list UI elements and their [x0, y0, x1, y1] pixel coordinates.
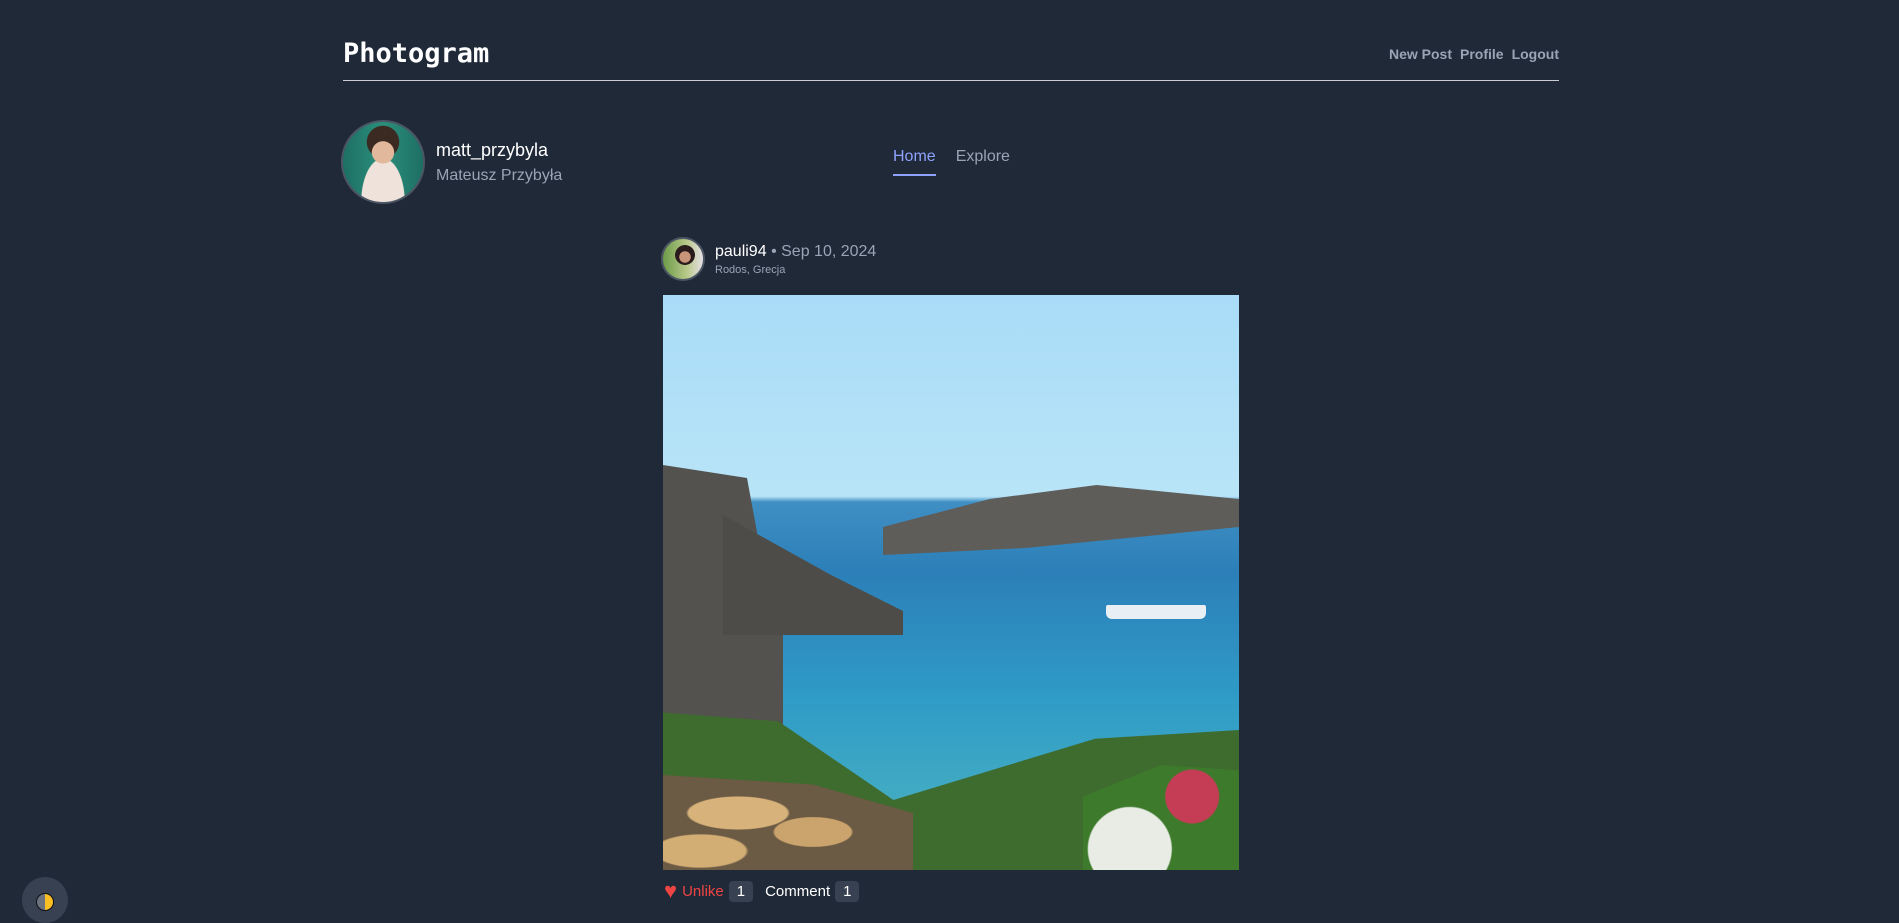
new-post-link[interactable]: New Post — [1389, 46, 1452, 62]
comment-button[interactable]: Comment — [765, 883, 830, 900]
top-nav: New Post Profile Logout — [1389, 46, 1559, 62]
tab-home[interactable]: Home — [893, 148, 936, 176]
post-location: Rodos, Grecja — [715, 263, 786, 276]
like-count: 1 — [728, 880, 754, 902]
user-full-name: Mateusz Przybyła — [436, 166, 563, 184]
logout-link[interactable]: Logout — [1512, 46, 1559, 62]
user-profile: matt_przybyla Mateusz Przybyła — [341, 120, 562, 204]
feed-tabs: Home Explore — [893, 148, 1010, 176]
post-header: pauli94 • Sep 10, 2024 Rodos, Grecja — [661, 237, 1239, 281]
user-avatar[interactable] — [341, 120, 425, 204]
profile-link[interactable]: Profile — [1460, 46, 1504, 62]
heart-icon[interactable]: ♥ — [664, 878, 677, 904]
separator: • — [771, 242, 777, 260]
top-header: Photogram New Post Profile Logout — [343, 32, 1559, 81]
comment-count: 1 — [835, 880, 860, 902]
post-card: pauli94 • Sep 10, 2024 Rodos, Grecja — [661, 237, 1239, 870]
user-username: matt_przybyla — [436, 139, 549, 160]
post-author-avatar[interactable] — [661, 237, 705, 281]
post-actions: ♥ Unlike 1 Comment 1 — [664, 878, 860, 904]
tab-explore[interactable]: Explore — [956, 148, 1010, 176]
app-logo[interactable]: Photogram — [343, 38, 489, 69]
post-image[interactable] — [663, 295, 1239, 870]
post-date: Sep 10, 2024 — [781, 242, 877, 260]
unlike-button[interactable]: Unlike — [682, 883, 724, 900]
post-author[interactable]: pauli94 — [715, 243, 767, 260]
theme-toggle-button[interactable] — [22, 877, 68, 923]
moon-icon — [36, 893, 54, 911]
